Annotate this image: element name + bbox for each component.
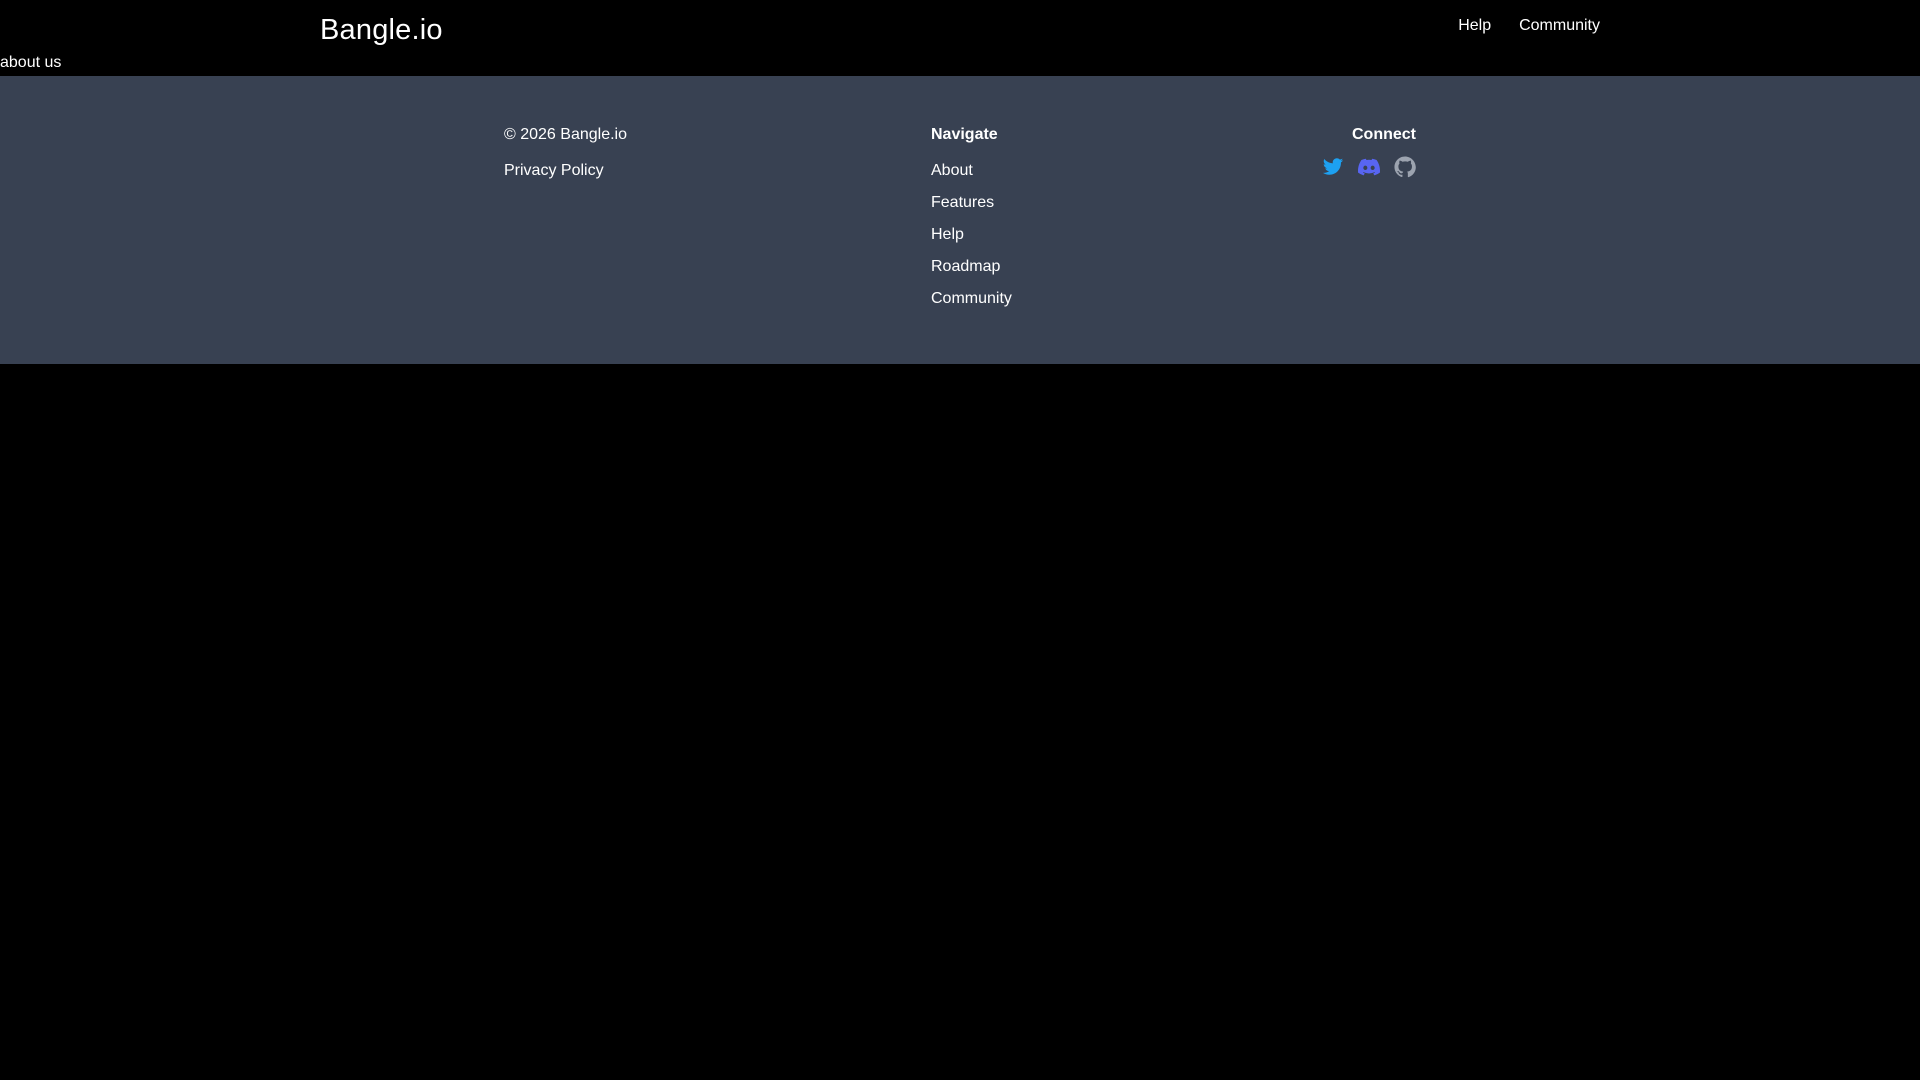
navigate-heading: Navigate [931,126,998,143]
footer-community-link[interactable]: Community [931,288,1012,310]
site-header: Bangle.io Help Community about us [0,0,1920,76]
twitter-icon[interactable] [1322,156,1344,178]
footer-connect-column: Connect [1310,124,1416,178]
about-us-link[interactable]: about us [0,54,61,72]
footer-features-link[interactable]: Features [931,192,1012,214]
top-nav: Help Community [1458,17,1600,35]
github-icon[interactable] [1394,156,1416,178]
privacy-policy-link[interactable]: Privacy Policy [504,160,627,182]
footer-roadmap-link[interactable]: Roadmap [931,256,1012,278]
footer-help-link[interactable]: Help [931,224,1012,246]
footer-about-link[interactable]: About [931,160,1012,182]
footer-legal-column: © 2026 Bangle.io Privacy Policy [504,124,627,182]
top-nav-community-link[interactable]: Community [1519,17,1600,35]
discord-icon[interactable] [1358,156,1380,178]
brand-logo-link[interactable]: Bangle.io [320,14,443,47]
navigate-links: About Features Help Roadmap Community [931,160,1012,310]
connect-heading: Connect [1352,126,1416,143]
footer-navigate-column: Navigate About Features Help Roadmap Com… [931,124,1012,310]
copyright-text: © 2026 Bangle.io [504,126,627,143]
social-links [1310,156,1416,178]
site-footer: © 2026 Bangle.io Privacy Policy Navigate… [0,76,1920,364]
top-nav-help-link[interactable]: Help [1458,17,1491,35]
